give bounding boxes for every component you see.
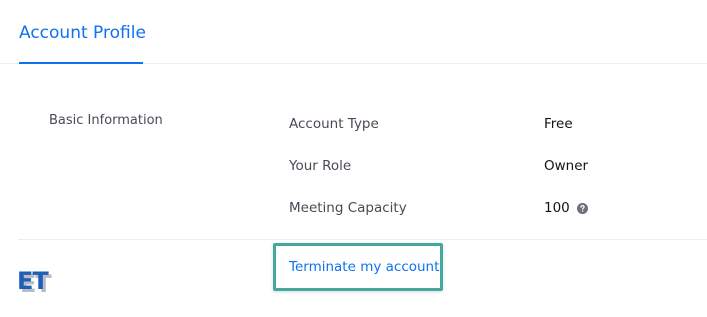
meeting-capacity-value: 100: [544, 200, 588, 216]
account-type-value-text: Free: [544, 116, 573, 132]
account-type-label: Account Type: [289, 116, 379, 132]
your-role-value: Owner: [544, 158, 588, 174]
section-divider: [18, 239, 707, 240]
tab-bar: Account Profile: [0, 0, 707, 64]
question-circle-icon[interactable]: [576, 202, 588, 214]
account-profile-page: Account Profile Basic Information Accoun…: [0, 0, 707, 317]
et-logo-text: ET: [17, 267, 49, 295]
terminate-account-link[interactable]: Terminate my account: [289, 259, 439, 275]
et-logo: ET ET: [17, 268, 52, 299]
your-role-value-text: Owner: [544, 158, 589, 174]
meeting-capacity-label: Meeting Capacity: [289, 200, 407, 216]
section-label-basic-information: Basic Information: [49, 113, 163, 128]
account-type-value: Free: [544, 116, 573, 132]
your-role-label: Your Role: [289, 158, 352, 174]
meeting-capacity-value-text: 100: [544, 200, 570, 216]
tab-account-profile[interactable]: Account Profile: [19, 0, 146, 64]
